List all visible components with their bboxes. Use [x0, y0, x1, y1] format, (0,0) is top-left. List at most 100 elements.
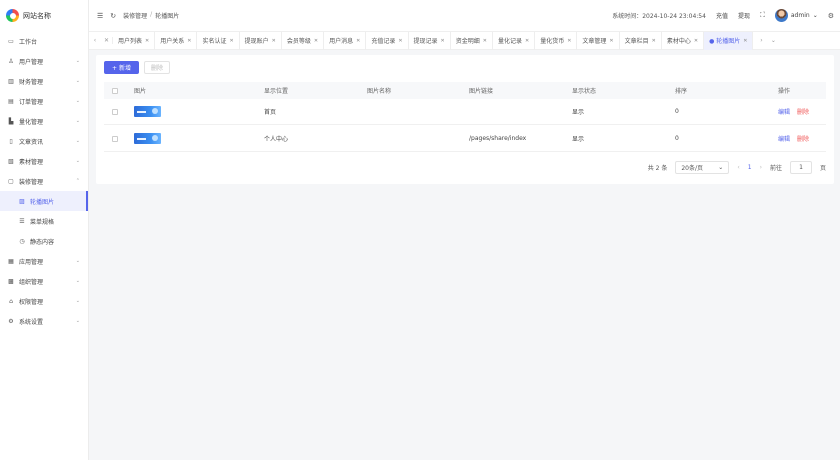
edit-button[interactable]: 编辑: [778, 134, 790, 143]
sidebar-item[interactable]: ▙ 量化管理 ⌄: [0, 111, 88, 131]
delete-row-button[interactable]: 删除: [797, 107, 809, 116]
tab[interactable]: 提现账户 ✕: [240, 31, 282, 50]
clock-icon: ◷: [19, 237, 25, 245]
tab[interactable]: 量化货币 ✕: [535, 31, 578, 50]
sidebar-item[interactable]: ☰ 菜单规格: [0, 211, 88, 231]
sidebar-item[interactable]: ⌂ 权限管理 ⌄: [0, 291, 88, 311]
tab-bar: ‹ ✕ 用户列表 ✕ 用户关系 ✕ 实名认证 ✕ 提现账户 ✕ 会员等级 ✕ 用户消息 ✕ 充值记录 ✕ 提…: [89, 31, 840, 50]
lock-icon: ⌂: [9, 297, 13, 305]
tab[interactable]: 用户关系 ✕: [155, 31, 198, 50]
goto-page-input[interactable]: 1: [789, 160, 812, 174]
chevron-icon: ⌄: [75, 78, 80, 84]
tab-menu-icon[interactable]: ⌄: [767, 37, 779, 44]
edit-button[interactable]: 编辑: [778, 107, 790, 116]
withdraw-link[interactable]: 提现: [738, 11, 750, 20]
close-icon[interactable]: ✕: [694, 38, 698, 44]
tab[interactable]: 量化记录 ✕: [493, 31, 536, 50]
chevron-icon: ⌄: [75, 158, 80, 164]
delete-row-button[interactable]: 删除: [797, 134, 809, 143]
close-icon[interactable]: ✕: [398, 38, 402, 44]
menu-toggle-icon[interactable]: ☰: [97, 12, 103, 20]
recharge-link[interactable]: 充值: [716, 11, 728, 20]
tab[interactable]: 文章栏目 ✕: [620, 31, 662, 50]
delete-button[interactable]: 删除: [144, 61, 170, 74]
sidebar-item[interactable]: ▩ 组织管理 ⌄: [0, 271, 88, 291]
close-icon[interactable]: ✕: [652, 38, 656, 44]
sidebar-item[interactable]: ▥ 财务管理 ⌄: [0, 71, 88, 91]
sidebar-item[interactable]: ▤ 订单管理 ⌄: [0, 91, 88, 111]
sidebar-item[interactable]: ▦ 应用管理 ⌄: [0, 251, 88, 271]
tab-label: 量化货币: [540, 38, 565, 45]
chevron-icon: ⌄: [75, 318, 80, 324]
close-icon[interactable]: ✕: [145, 38, 149, 44]
tab[interactable]: ● 轮播图片 ✕: [704, 31, 754, 50]
logo[interactable]: 网站名称: [0, 0, 88, 31]
tab-list: 用户列表 ✕ 用户关系 ✕ 实名认证 ✕ 提现账户 ✕ 会员等级 ✕ 用户消息 ✕ 充值记录 ✕ 提现记录 ✕…: [113, 31, 754, 50]
close-icon[interactable]: ✕: [441, 38, 445, 44]
display-status: 显示: [572, 109, 585, 116]
row-actions: 编辑 删除: [778, 99, 809, 124]
prev-page-button[interactable]: ‹: [737, 164, 739, 171]
close-icon[interactable]: ✕: [609, 38, 613, 44]
tab-scroll-left-icon[interactable]: ‹: [89, 37, 101, 44]
tab[interactable]: 文章管理 ✕: [577, 31, 620, 50]
sidebar-item[interactable]: ▧ 素材管理 ⌄: [0, 151, 88, 171]
image-icon: ▨: [19, 197, 25, 205]
close-icon[interactable]: ✕: [272, 38, 276, 44]
select-all-checkbox[interactable]: [112, 82, 118, 99]
tab[interactable]: 充值记录 ✕: [366, 31, 409, 50]
close-icon[interactable]: ✕: [525, 38, 529, 44]
gear-icon[interactable]: ⚙: [828, 12, 834, 20]
tab[interactable]: 用户消息 ✕: [324, 31, 367, 50]
sidebar-item[interactable]: ◷ 静态内容: [0, 231, 88, 251]
close-icon[interactable]: ✕: [567, 38, 571, 44]
sidebar-item[interactable]: ▨ 轮播图片: [0, 191, 88, 211]
page-unit: 页: [819, 164, 826, 172]
tab-scroll-right-icon[interactable]: ›: [755, 37, 767, 44]
close-icon[interactable]: ✕: [314, 38, 318, 44]
close-icon[interactable]: ✕: [743, 38, 747, 44]
close-icon[interactable]: ✕: [356, 38, 360, 44]
user-menu[interactable]: admin ⌄: [774, 9, 818, 22]
close-icon[interactable]: ✕: [187, 38, 191, 44]
sidebar-item[interactable]: ▭ 工作台: [0, 31, 88, 51]
current-page[interactable]: 1: [748, 164, 752, 171]
breadcrumb-item[interactable]: 装修管理: [123, 11, 147, 20]
close-icon[interactable]: ✕: [229, 38, 233, 44]
close-icon[interactable]: ✕: [483, 38, 487, 44]
tab[interactable]: 会员等级 ✕: [282, 31, 325, 50]
next-page-button[interactable]: ›: [760, 164, 762, 171]
add-button[interactable]: + 新增: [104, 61, 139, 74]
tab[interactable]: 用户列表 ✕: [113, 31, 156, 50]
row-checkbox[interactable]: [112, 126, 118, 151]
sidebar-item[interactable]: ♙ 用户管理 ⌄: [0, 51, 88, 71]
tab[interactable]: 提现记录 ✕: [409, 31, 451, 50]
chevron-icon: ⌄: [75, 298, 80, 304]
sidebar-item-label: 订单管理: [19, 98, 44, 106]
banner-thumbnail[interactable]: [134, 126, 161, 151]
row-checkbox[interactable]: [112, 99, 118, 124]
close-all-tabs-icon[interactable]: ✕: [101, 37, 113, 44]
refresh-icon[interactable]: ↻: [110, 12, 116, 20]
sidebar-item-label: 静态内容: [30, 238, 55, 246]
content-card: + 新增 删除 图片 显示位置 图片名称 图片链接 显示状态 排序 操作 首页显…: [96, 55, 834, 184]
tab[interactable]: 资金明细 ✕: [451, 31, 493, 50]
sidebar-item-label: 菜单规格: [30, 218, 55, 226]
breadcrumb-item: 轮播图片: [155, 13, 180, 20]
tab[interactable]: 素材中心 ✕: [662, 31, 705, 50]
sidebar-item-label: 权限管理: [19, 298, 44, 306]
tab-label: 资金明细: [455, 38, 480, 45]
username: admin: [790, 12, 810, 19]
tab[interactable]: 实名认证 ✕: [197, 31, 240, 50]
sidebar-item[interactable]: ⚙ 系统设置 ⌄: [0, 311, 88, 331]
banner-thumbnail[interactable]: [134, 99, 161, 124]
fullscreen-icon[interactable]: ⛶: [760, 11, 765, 20]
app-title: 网站名称: [23, 11, 51, 20]
header-right: 系统时间：2024-10-24 23:04:54 充值 提现 ⛶ admin ⌄…: [612, 0, 834, 31]
finance-icon: ▥: [8, 77, 14, 85]
tab-label: 量化记录: [497, 38, 522, 45]
sidebar-item[interactable]: ▯ 文章资讯 ⌄: [0, 131, 88, 151]
page-size-select[interactable]: 20条/页 ⌄: [675, 160, 730, 174]
table-row: 个人中心/pages/share/index 显示 0 编辑 删除: [104, 126, 826, 152]
sidebar-item[interactable]: ▢ 装修管理 ⌃: [0, 171, 88, 191]
